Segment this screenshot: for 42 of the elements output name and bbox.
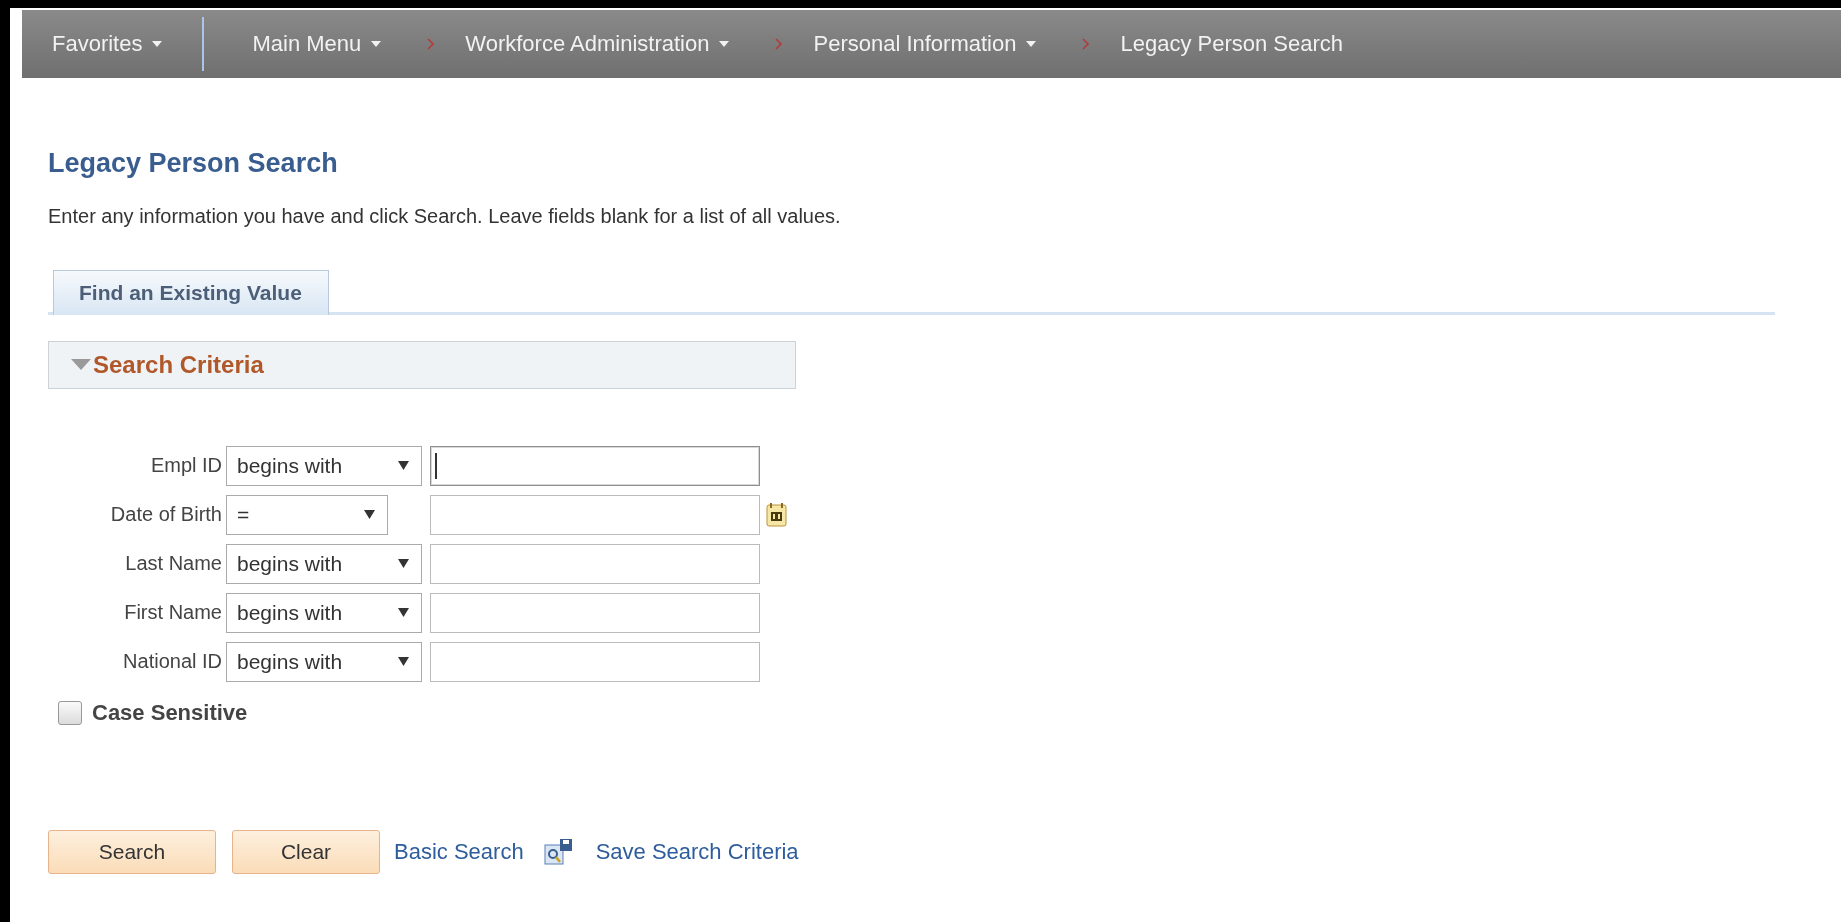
field-label: National ID	[122, 650, 222, 673]
nav-menu-item[interactable]: Personal Information	[813, 31, 1037, 57]
caret-icon[interactable]	[398, 461, 409, 470]
calendar-icon[interactable]	[766, 501, 788, 528]
page-title: Legacy Person Search	[48, 148, 339, 179]
operator-dropdown[interactable]: begins with	[226, 543, 422, 584]
input-field[interactable]	[430, 445, 760, 486]
input-field[interactable]	[430, 592, 760, 633]
basic-search-link[interactable]: Basic Search	[394, 839, 524, 865]
chevron-icon	[775, 38, 784, 50]
operator-dropdown[interactable]: begins with	[226, 445, 422, 486]
section-title: Search Criteria	[93, 351, 264, 379]
operator-dropdown[interactable]: begins with	[226, 592, 422, 633]
nav-menu-item[interactable]: Main Menu	[252, 31, 382, 57]
caret-icon[interactable]	[398, 559, 409, 568]
nav-menu-item[interactable]: Legacy Person Search	[1120, 31, 1344, 57]
input-field[interactable]	[430, 494, 760, 535]
search-button[interactable]: Search	[48, 830, 216, 874]
section-header[interactable]: Search Criteria	[48, 341, 796, 389]
input-field[interactable]	[430, 641, 760, 682]
instruction-text: Enter any information you have and click Search. Leave fields blank for a list of all values.	[48, 205, 842, 228]
chevron-icon	[427, 38, 436, 50]
operator-dropdown[interactable]: begins with	[226, 641, 422, 682]
caret-icon[interactable]	[398, 608, 409, 617]
field-label: First Name	[123, 601, 222, 624]
nav-menu-item[interactable]: Workforce Administration	[465, 31, 730, 57]
chevron-icon	[1082, 38, 1091, 50]
field-label: Date of Birth	[109, 503, 222, 526]
save-search-criteria-link[interactable]: Save Search Criteria	[595, 839, 799, 865]
field-label: Empl ID	[149, 454, 222, 477]
operator-dropdown[interactable]: =	[226, 494, 388, 535]
tab[interactable]: Find an Existing Value	[53, 270, 329, 315]
checkbox[interactable]	[58, 701, 82, 725]
caret-icon[interactable]	[364, 510, 375, 519]
field-label: Last Name	[124, 552, 222, 575]
checkbox-label: Case Sensitive	[92, 700, 248, 726]
nav-menu-item[interactable]: Favorites	[52, 31, 163, 57]
collapse-icon[interactable]	[71, 359, 91, 371]
caret-icon[interactable]	[398, 657, 409, 666]
input-field[interactable]	[430, 543, 760, 584]
save-search-icon[interactable]	[543, 838, 574, 866]
clear-button[interactable]: Clear	[232, 830, 380, 874]
